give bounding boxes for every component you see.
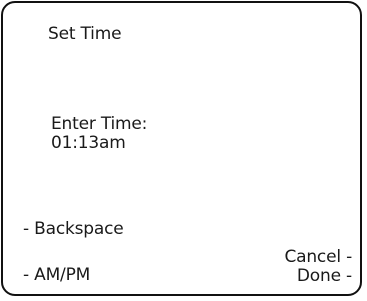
backspace-softkey[interactable]: - Backspace — [23, 219, 124, 239]
phone-display-screen: Set Time Enter Time: 01:13am - Backspace… — [1, 1, 362, 296]
enter-time-label: Enter Time: — [51, 114, 148, 134]
time-input-value[interactable]: 01:13am — [51, 133, 126, 153]
done-softkey[interactable]: Done - — [297, 266, 352, 286]
screen-title: Set Time — [48, 24, 122, 44]
am-pm-softkey[interactable]: - AM/PM — [23, 265, 90, 285]
cancel-softkey[interactable]: Cancel - — [284, 247, 352, 267]
